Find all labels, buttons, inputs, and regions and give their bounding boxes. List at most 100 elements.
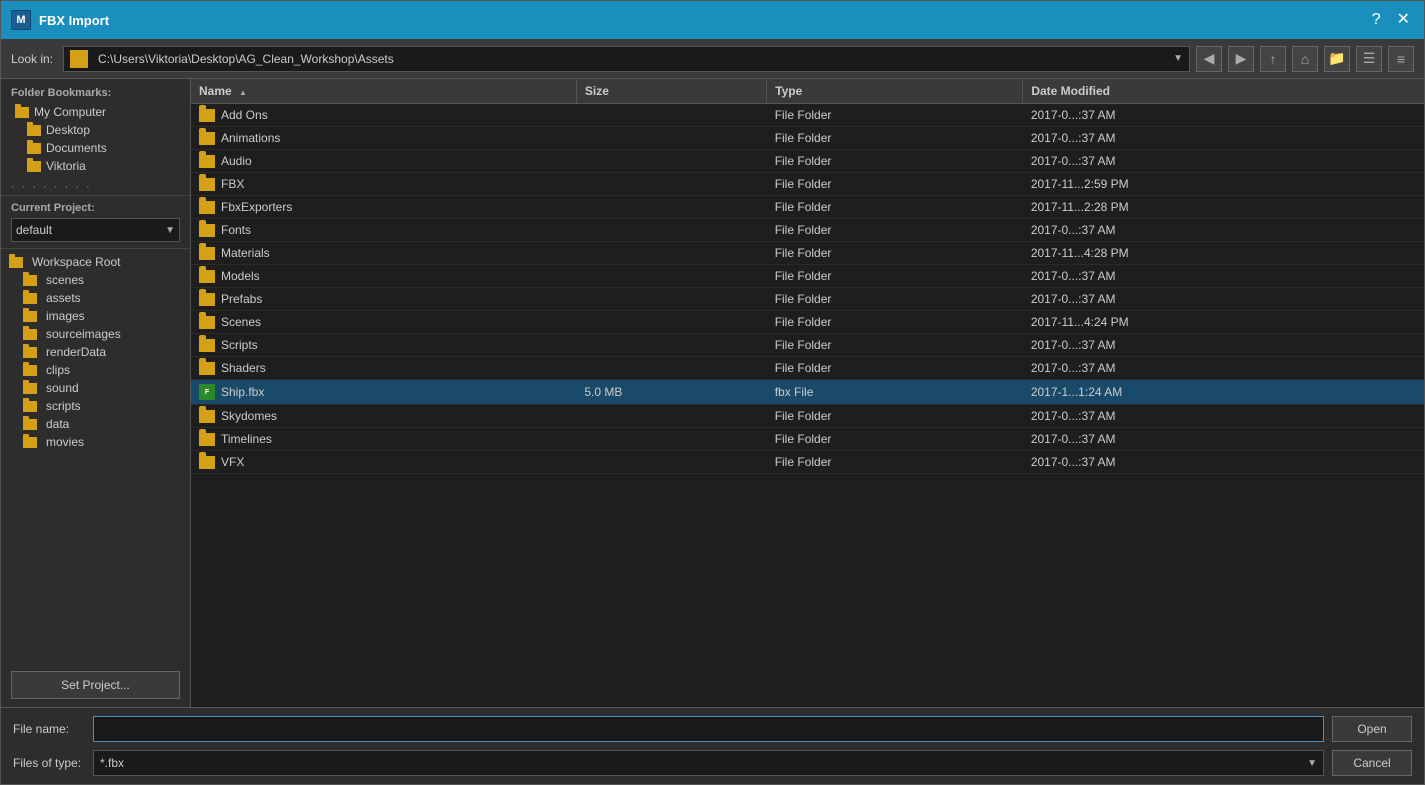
file-size-cell xyxy=(576,127,766,150)
column-type[interactable]: Type xyxy=(767,79,1023,104)
file-name-cell: Prefabs xyxy=(191,288,576,311)
sidebar-item-assets[interactable]: assets xyxy=(1,289,190,307)
file-date-cell: 2017-0...:37 AM xyxy=(1023,288,1424,311)
file-name-cell: VFX xyxy=(191,451,576,474)
folder-icon-lookin xyxy=(70,50,88,68)
sidebar-item-images[interactable]: images xyxy=(1,307,190,325)
help-button[interactable]: ? xyxy=(1368,12,1385,28)
folder-icon xyxy=(199,178,215,191)
open-button[interactable]: Open xyxy=(1332,716,1412,742)
file-name-cell: Materials xyxy=(191,242,576,265)
folder-icon-my-computer xyxy=(15,107,29,118)
file-date-cell: 2017-0...:37 AM xyxy=(1023,357,1424,380)
folder-icon-scripts xyxy=(23,401,37,412)
project-select-arrow: ▼ xyxy=(165,225,175,236)
table-row[interactable]: ModelsFile Folder2017-0...:37 AM xyxy=(191,265,1424,288)
sidebar-item-viktoria[interactable]: Viktoria xyxy=(11,157,180,175)
table-row[interactable]: FbxExporters File Folder2017-11...2:28 PM xyxy=(191,196,1424,219)
sidebar-item-scripts[interactable]: scripts xyxy=(1,397,190,415)
folder-icon xyxy=(199,109,215,122)
file-size-cell xyxy=(576,150,766,173)
file-type-cell: File Folder xyxy=(767,150,1023,173)
column-size[interactable]: Size xyxy=(576,79,766,104)
set-project-button[interactable]: Set Project... xyxy=(11,671,180,699)
file-type-cell: File Folder xyxy=(767,127,1023,150)
table-row[interactable]: SkydomesFile Folder2017-0...:37 AM xyxy=(191,405,1424,428)
fbx-file-icon: F xyxy=(199,384,215,400)
sidebar-item-sourceimages[interactable]: sourceimages xyxy=(1,325,190,343)
nav-forward-button[interactable]: ▶ xyxy=(1228,46,1254,72)
file-type-cell: File Folder xyxy=(767,196,1023,219)
file-date-cell: 2017-0...:37 AM xyxy=(1023,428,1424,451)
table-row[interactable]: FBXFile Folder2017-11...2:59 PM xyxy=(191,173,1424,196)
sidebar-item-clips[interactable]: clips xyxy=(1,361,190,379)
file-name-cell: Add Ons xyxy=(191,104,576,127)
file-name-text: Add Ons xyxy=(221,108,268,122)
nav-home-button[interactable]: ⌂ xyxy=(1292,46,1318,72)
file-name-cell: Animations xyxy=(191,127,576,150)
sidebar-item-documents[interactable]: Documents xyxy=(11,139,180,157)
file-table-scroll[interactable]: Name ▲ Size Type Date Modified Add Ons Fi… xyxy=(191,79,1424,707)
file-size-cell xyxy=(576,405,766,428)
table-row[interactable]: FontsFile Folder2017-0...:37 AM xyxy=(191,219,1424,242)
table-row[interactable]: AnimationsFile Folder2017-0...:37 AM xyxy=(191,127,1424,150)
table-row[interactable]: PrefabsFile Folder2017-0...:37 AM xyxy=(191,288,1424,311)
nav-up-button[interactable]: ↑ xyxy=(1260,46,1286,72)
table-row[interactable]: VFXFile Folder2017-0...:37 AM xyxy=(191,451,1424,474)
file-type-cell: File Folder xyxy=(767,357,1023,380)
folder-bookmarks-label: Folder Bookmarks: xyxy=(11,87,180,99)
folder-icon-movies xyxy=(23,437,37,448)
nav-back-button[interactable]: ◀ xyxy=(1196,46,1222,72)
folder-icon xyxy=(199,132,215,145)
file-date-cell: 2017-0...:37 AM xyxy=(1023,405,1424,428)
folder-icon-sound xyxy=(23,383,37,394)
workspace-root-item[interactable]: Workspace Root xyxy=(1,253,190,271)
table-row[interactable]: MaterialsFile Folder2017-11...4:28 PM xyxy=(191,242,1424,265)
table-row[interactable]: ScriptsFile Folder2017-0...:37 AM xyxy=(191,334,1424,357)
file-name-text: FbxExporters xyxy=(221,200,292,214)
file-date-cell: 2017-11...2:28 PM xyxy=(1023,196,1424,219)
file-date-cell: 2017-0...:37 AM xyxy=(1023,150,1424,173)
table-row[interactable]: AudioFile Folder2017-0...:37 AM xyxy=(191,150,1424,173)
sidebar-item-desktop[interactable]: Desktop xyxy=(11,121,180,139)
fbx-import-dialog: M FBX Import ? ✕ Look in: C:\Users\Vikto… xyxy=(0,0,1425,785)
sidebar-item-data[interactable]: data xyxy=(1,415,190,433)
file-name-cell: Scripts xyxy=(191,334,576,357)
file-name-text: Models xyxy=(221,269,260,283)
files-of-type-select[interactable]: *.fbx ▼ xyxy=(93,750,1324,776)
look-in-path-display[interactable]: C:\Users\Viktoria\Desktop\AG_Clean_Works… xyxy=(63,46,1190,72)
folder-icon xyxy=(199,293,215,306)
file-size-cell xyxy=(576,311,766,334)
column-name[interactable]: Name ▲ xyxy=(191,79,576,104)
file-date-cell: 2017-0...:37 AM xyxy=(1023,104,1424,127)
cancel-button[interactable]: Cancel xyxy=(1332,750,1412,776)
file-type-cell: File Folder xyxy=(767,104,1023,127)
sidebar-item-sound[interactable]: sound xyxy=(1,379,190,397)
folder-icon-documents xyxy=(27,143,41,154)
folder-icon xyxy=(199,270,215,283)
look-in-dropdown-arrow[interactable]: ▼ xyxy=(1173,53,1183,64)
file-date-cell: 2017-0...:37 AM xyxy=(1023,334,1424,357)
sidebar-item-my-computer[interactable]: My Computer xyxy=(11,103,180,121)
project-select[interactable]: default ▼ xyxy=(11,218,180,242)
folder-icon xyxy=(199,433,215,446)
table-row[interactable]: ShadersFile Folder2017-0...:37 AM xyxy=(191,357,1424,380)
view-detail-button[interactable]: ≡ xyxy=(1388,46,1414,72)
table-row[interactable]: ScenesFile Folder2017-11...4:24 PM xyxy=(191,311,1424,334)
view-list-button[interactable]: ☰ xyxy=(1356,46,1382,72)
close-button[interactable]: ✕ xyxy=(1393,12,1414,28)
file-name-text: Scenes xyxy=(221,315,261,329)
table-row[interactable]: TimelinesFile Folder2017-0...:37 AM xyxy=(191,428,1424,451)
table-row[interactable]: FShip.fbx5.0 MBfbx File2017-1...1:24 AM xyxy=(191,380,1424,405)
folder-icon-desktop xyxy=(27,125,41,136)
workspace-tree-scroll[interactable]: Workspace Root scenes assets images xyxy=(1,249,190,663)
column-date-modified[interactable]: Date Modified xyxy=(1023,79,1424,104)
sidebar-item-renderdata[interactable]: renderData xyxy=(1,343,190,361)
table-row[interactable]: Add Ons File Folder2017-0...:37 AM xyxy=(191,104,1424,127)
sidebar-item-movies[interactable]: movies xyxy=(1,433,190,451)
file-name-input[interactable] xyxy=(93,716,1324,742)
file-date-cell: 2017-0...:37 AM xyxy=(1023,219,1424,242)
sidebar-item-scenes[interactable]: scenes xyxy=(1,271,190,289)
filetype-dropdown-arrow: ▼ xyxy=(1307,758,1317,769)
nav-newfolder-button[interactable]: 📁 xyxy=(1324,46,1350,72)
